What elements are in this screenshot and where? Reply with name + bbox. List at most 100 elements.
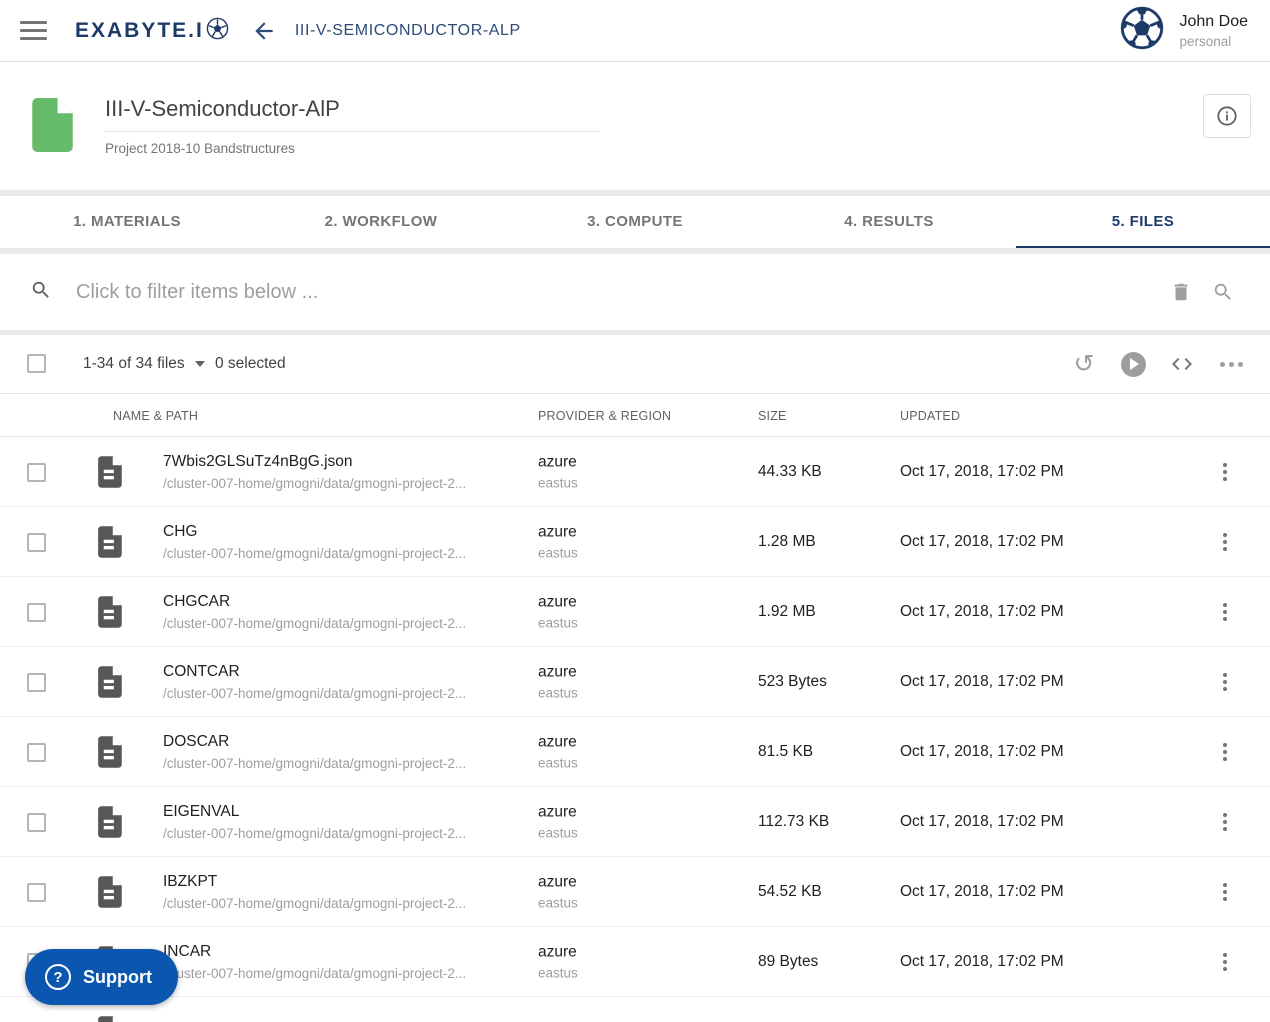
- support-button[interactable]: ? Support: [25, 949, 178, 1005]
- run-play-button[interactable]: [1120, 351, 1146, 377]
- table-row[interactable]: CONTCAR /cluster-007-home/gmogni/data/gm…: [0, 647, 1270, 717]
- provider: azure: [538, 873, 577, 890]
- row-checkbox[interactable]: [27, 743, 46, 762]
- tab-compute[interactable]: 3. COMPUTE: [508, 196, 762, 248]
- clear-filter-trash-icon[interactable]: [1164, 275, 1198, 309]
- table-row[interactable]: IBZKPT /cluster-007-home/gmogni/data/gmo…: [0, 857, 1270, 927]
- back-arrow-icon[interactable]: [251, 18, 277, 44]
- file-icon: [97, 876, 124, 913]
- file-table-body: 7Wbis2GLSuTz4nBgG.json /cluster-007-home…: [0, 437, 1270, 1022]
- tab-materials[interactable]: 1. MATERIALS: [0, 196, 254, 248]
- row-more-menu-icon[interactable]: [1217, 527, 1233, 557]
- file-size: 523 Bytes: [758, 672, 827, 690]
- row-more-menu-icon[interactable]: [1217, 667, 1233, 697]
- row-checkbox[interactable]: [27, 813, 46, 832]
- region: eastus: [538, 685, 578, 700]
- column-header-provider-region[interactable]: PROVIDER & REGION: [538, 394, 671, 438]
- region: eastus: [538, 475, 578, 490]
- row-checkbox[interactable]: [27, 883, 46, 902]
- row-more-menu-icon[interactable]: [1217, 877, 1233, 907]
- select-all-checkbox[interactable]: [27, 354, 46, 373]
- column-header-name-path[interactable]: NAME & PATH: [113, 394, 198, 438]
- row-more-menu-icon[interactable]: [1217, 737, 1233, 767]
- region: eastus: [538, 545, 578, 560]
- logo-ball-icon: [206, 17, 229, 45]
- file-path: /cluster-007-home/gmogni/data/gmogni-pro…: [163, 825, 467, 841]
- file-name[interactable]: EIGENVAL: [163, 803, 523, 821]
- row-more-menu-icon[interactable]: [1217, 457, 1233, 487]
- table-row[interactable]: DOSCAR /cluster-007-home/gmogni/data/gmo…: [0, 717, 1270, 787]
- file-name[interactable]: INCAR: [163, 943, 523, 961]
- help-question-icon: ?: [45, 964, 71, 990]
- file-size: 1.92 MB: [758, 602, 816, 620]
- tab-results[interactable]: 4. RESULTS: [762, 196, 1016, 248]
- file-size: 81.5 KB: [758, 742, 814, 760]
- provider: azure: [538, 803, 577, 820]
- more-actions-icon[interactable]: [1218, 351, 1244, 377]
- file-size: 54.52 KB: [758, 882, 822, 900]
- row-checkbox[interactable]: [27, 463, 46, 482]
- table-row[interactable]: 7Wbis2GLSuTz4nBgG.json /cluster-007-home…: [0, 437, 1270, 507]
- file-name[interactable]: IBZKPT: [163, 873, 523, 891]
- provider: azure: [538, 453, 577, 470]
- file-name[interactable]: CHGCAR: [163, 593, 523, 611]
- selected-count-label: 0 selected: [215, 355, 286, 372]
- pagination-summary[interactable]: 1-34 of 34 files: [83, 355, 205, 373]
- row-checkbox[interactable]: [27, 603, 46, 622]
- file-icon: [97, 736, 124, 773]
- project-file-icon: [32, 98, 73, 157]
- row-checkbox[interactable]: [27, 673, 46, 692]
- region: eastus: [538, 895, 578, 910]
- filter-bar: [0, 254, 1270, 330]
- refresh-icon[interactable]: ↺: [1071, 351, 1097, 377]
- file-name[interactable]: 7Wbis2GLSuTz4nBgG.json: [163, 453, 523, 471]
- file-name[interactable]: CONTCAR: [163, 663, 523, 681]
- tab-workflow[interactable]: 2. WORKFLOW: [254, 196, 508, 248]
- file-path: /cluster-007-home/gmogni/data/gmogni-pro…: [163, 755, 467, 771]
- file-name[interactable]: CHG: [163, 523, 523, 541]
- exabyte-logo[interactable]: EXABYTE.I: [75, 17, 229, 45]
- project-title[interactable]: III-V-Semiconductor-AlP: [105, 96, 600, 122]
- table-row[interactable]: CHG /cluster-007-home/gmogni/data/gmogni…: [0, 507, 1270, 577]
- app-bar: EXABYTE.I III-V-SEMICONDUCTOR-ALP John D…: [0, 0, 1270, 62]
- tab-files[interactable]: 5. FILES: [1016, 196, 1270, 248]
- table-row[interactable]: CHGCAR /cluster-007-home/gmogni/data/gmo…: [0, 577, 1270, 647]
- row-checkbox[interactable]: [27, 533, 46, 552]
- column-header-size[interactable]: SIZE: [758, 394, 787, 438]
- files-panel: 1-34 of 34 files 0 selected ↺ NAME & PAT…: [0, 335, 1270, 1022]
- row-more-menu-icon[interactable]: [1217, 1017, 1233, 1022]
- user-menu[interactable]: John Doe personal: [1119, 6, 1249, 55]
- table-row[interactable]: KPOINTS: [0, 997, 1270, 1022]
- file-updated: Oct 17, 2018, 17:02 PM: [900, 602, 1064, 620]
- apply-filter-search-icon[interactable]: [1206, 275, 1240, 309]
- play-icon: [1130, 358, 1139, 370]
- menu-icon[interactable]: [20, 21, 47, 40]
- support-button-label: Support: [83, 966, 152, 987]
- table-row[interactable]: INCAR /cluster-007-home/gmogni/data/gmog…: [0, 927, 1270, 997]
- row-more-menu-icon[interactable]: [1217, 947, 1233, 977]
- project-subtitle: Project 2018-10 Bandstructures: [105, 141, 295, 156]
- file-path: /cluster-007-home/gmogni/data/gmogni-pro…: [163, 895, 467, 911]
- file-path: /cluster-007-home/gmogni/data/gmogni-pro…: [163, 615, 467, 631]
- region: eastus: [538, 825, 578, 840]
- file-table-header: NAME & PATH PROVIDER & REGION SIZE UPDAT…: [0, 393, 1270, 437]
- file-path: /cluster-007-home/gmogni/data/gmogni-pro…: [163, 965, 467, 981]
- info-button[interactable]: [1203, 94, 1251, 138]
- table-row[interactable]: EIGENVAL /cluster-007-home/gmogni/data/g…: [0, 787, 1270, 857]
- file-size: 112.73 KB: [758, 812, 830, 830]
- file-icon: [97, 596, 124, 633]
- column-header-updated[interactable]: UPDATED: [900, 394, 960, 438]
- pagination-summary-label: 1-34 of 34 files: [83, 355, 185, 372]
- row-more-menu-icon[interactable]: [1217, 597, 1233, 627]
- region: eastus: [538, 615, 578, 630]
- filter-input[interactable]: [76, 280, 1156, 304]
- file-path: /cluster-007-home/gmogni/data/gmogni-pro…: [163, 545, 467, 561]
- user-name: John Doe: [1179, 12, 1249, 30]
- row-more-menu-icon[interactable]: [1217, 807, 1233, 837]
- code-icon[interactable]: [1169, 351, 1195, 377]
- region: eastus: [538, 965, 578, 980]
- file-path: /cluster-007-home/gmogni/data/gmogni-pro…: [163, 475, 467, 491]
- file-name[interactable]: DOSCAR: [163, 733, 523, 751]
- file-icon: [97, 1016, 124, 1022]
- file-icon: [97, 666, 124, 703]
